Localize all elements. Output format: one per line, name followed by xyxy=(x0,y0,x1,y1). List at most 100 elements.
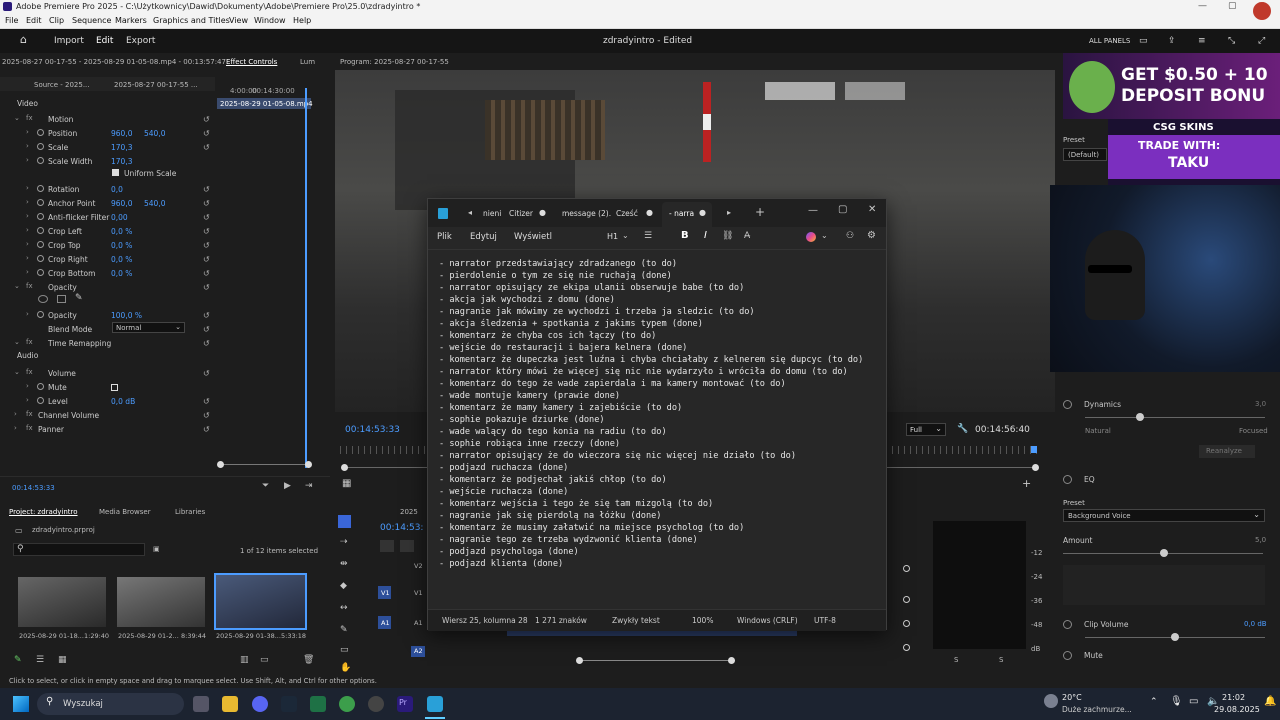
meter-solo-left[interactable]: S xyxy=(954,656,958,664)
notepad-line[interactable]: - komentarz że dupeczka jest luźna i chy… xyxy=(439,354,863,366)
effect-value-2[interactable]: 540,0 xyxy=(144,129,165,138)
effect-row[interactable]: › Crop Bottom 0,0 % ↺ xyxy=(0,267,215,281)
expand-chevron-icon[interactable]: › xyxy=(26,142,29,150)
notepad-line[interactable]: - podjazd ruchacza (done) xyxy=(439,462,568,474)
export-tab[interactable]: Export xyxy=(126,36,155,46)
heading-chevron-icon[interactable]: ⌄ xyxy=(622,231,629,240)
stopwatch-icon[interactable] xyxy=(37,397,44,404)
timeline-timecode[interactable]: 00:14:53: xyxy=(380,523,423,533)
track-v1[interactable]: V1 xyxy=(414,589,423,597)
reset-icon[interactable]: ↺ xyxy=(203,311,210,320)
tab-scroll-left-icon[interactable]: ◂ xyxy=(468,208,472,217)
share-icon[interactable]: ⇪ xyxy=(1168,36,1176,46)
notepad-line[interactable]: - komentarz że podjechał jakiś chłop (to… xyxy=(439,474,667,486)
menu-edit[interactable]: Edit xyxy=(26,16,42,25)
razor-icon[interactable]: ◆ xyxy=(340,581,347,591)
expand-chevron-icon[interactable]: › xyxy=(26,156,29,164)
effect-value-1[interactable]: 0,0 % xyxy=(111,227,132,236)
reset-icon[interactable]: ↺ xyxy=(203,397,210,406)
multicam-icon[interactable]: ▦ xyxy=(342,478,351,489)
stopwatch-icon[interactable] xyxy=(37,199,44,206)
network-icon[interactable]: ▭ xyxy=(1189,696,1198,707)
new-folder-icon[interactable]: ▭ xyxy=(260,655,269,665)
file-explorer-icon[interactable] xyxy=(222,696,238,712)
effect-value-1[interactable]: 170,3 xyxy=(111,157,132,166)
stopwatch-icon[interactable] xyxy=(37,129,44,136)
reanalyze-button[interactable]: Reanalyze xyxy=(1199,445,1255,458)
settings-wrench-icon[interactable]: 🔧 xyxy=(957,424,968,434)
notepad-line[interactable]: - komentarz do tego że wade zapierdala i… xyxy=(439,378,786,390)
clear-format-icon[interactable]: A̶ xyxy=(744,231,750,241)
notepad-line[interactable]: - akcja jak wychodzi z domu (done) xyxy=(439,294,615,306)
minimize-icon[interactable]: — xyxy=(1198,1,1207,11)
reset-icon[interactable]: ↺ xyxy=(203,227,210,236)
notepad-taskbar-icon[interactable] xyxy=(427,696,443,712)
notepad-editor[interactable]: - narrator przedstawiający zdradzanego (… xyxy=(428,249,886,609)
rectangle-tool-icon[interactable]: ▭ xyxy=(340,645,349,655)
stopwatch-icon[interactable] xyxy=(37,213,44,220)
clip-volume-slider[interactable] xyxy=(1171,633,1179,641)
expand-chevron-icon[interactable]: › xyxy=(26,268,29,276)
snap-icon[interactable] xyxy=(380,540,394,552)
track-v2[interactable]: V2 xyxy=(414,562,423,570)
stopwatch-icon[interactable] xyxy=(37,157,44,164)
reset-icon[interactable]: ↺ xyxy=(203,369,210,378)
notepad-line[interactable]: - sophie robiąca inne rzeczy (done) xyxy=(439,438,620,450)
expand-chevron-icon[interactable]: › xyxy=(14,424,17,432)
dynamics-toggle[interactable] xyxy=(1063,400,1072,409)
weather-desc[interactable]: Duże zachmurze... xyxy=(1062,705,1132,714)
export-frame-icon[interactable]: ⇥ xyxy=(305,481,313,491)
clip-volume-value[interactable]: 0,0 dB xyxy=(1244,620,1267,628)
audio-effect-row[interactable]: ⌄ fx Volume ↺ xyxy=(0,367,215,381)
ripple-edit-icon[interactable]: ⇹ xyxy=(340,559,348,569)
list-view-icon[interactable]: ☰ xyxy=(36,655,44,665)
np-maximize-icon[interactable]: ▢ xyxy=(838,204,847,215)
effect-row[interactable]: › Rotation 0,0 ↺ xyxy=(0,183,215,197)
import-tab[interactable]: Import xyxy=(54,36,84,46)
notepad-line[interactable]: - komentarz że chyba cos ich łączy (to d… xyxy=(439,330,656,342)
notepad-line[interactable]: - podjazd psychologa (done) xyxy=(439,546,579,558)
effect-row[interactable] xyxy=(0,295,215,309)
discord-icon[interactable] xyxy=(252,696,268,712)
np-menu-file[interactable]: Plik xyxy=(437,232,452,242)
reset-icon[interactable]: ↺ xyxy=(203,241,210,250)
copilot-chevron-icon[interactable]: ⌄ xyxy=(821,231,828,240)
effect-row[interactable]: › Crop Left 0,0 % ↺ xyxy=(0,225,215,239)
program-zoom-left[interactable] xyxy=(341,464,348,471)
fullscreen-icon[interactable]: ⤢ xyxy=(1258,36,1265,46)
task-view-icon[interactable] xyxy=(193,696,209,712)
filter-icon[interactable]: ⏷ xyxy=(262,481,269,491)
effect-row[interactable]: › Anti-flicker Filter 0,00 ↺ xyxy=(0,211,215,225)
excel-icon[interactable] xyxy=(310,696,326,712)
audio-effect-row[interactable]: › Level 0,0 dB ↺ xyxy=(0,395,215,409)
start-button[interactable] xyxy=(13,696,29,712)
reset-icon[interactable]: ↺ xyxy=(203,339,210,348)
hand-tool-icon[interactable]: ✋ xyxy=(340,663,351,673)
np-menu-edit[interactable]: Edytuj xyxy=(470,232,497,242)
meter-scroll-3[interactable] xyxy=(903,620,910,627)
notepad-line[interactable]: - nagranie jak się pierdolą na łóżku (do… xyxy=(439,510,661,522)
mute-toggle[interactable] xyxy=(1063,651,1072,660)
tab-source[interactable]: Source - 2025... xyxy=(34,81,90,89)
reset-icon[interactable]: ↺ xyxy=(203,213,210,222)
notepad-line[interactable]: - pierdolenie o tym ze się nie ruchają (… xyxy=(439,270,672,282)
notepad-line[interactable]: - sophie pokazuje dziurke (done) xyxy=(439,414,605,426)
np-close-icon[interactable]: ✕ xyxy=(868,204,876,215)
effect-value-1[interactable]: 0,0 xyxy=(111,185,123,194)
notepad-line[interactable]: - nagranie jak mówimy ze wychodzi i trze… xyxy=(439,306,755,318)
menu-clip[interactable]: Clip xyxy=(49,16,64,25)
text-format[interactable]: Zwykły tekst xyxy=(612,616,660,625)
effect-value-1[interactable]: 0,0 % xyxy=(111,241,132,250)
heading-select[interactable]: H1 xyxy=(607,232,618,241)
notepad-line[interactable]: - narrator przedstawiający zdradzanego (… xyxy=(439,258,677,270)
effect-row[interactable]: › Anchor Point 960,0 540,0 ↺ xyxy=(0,197,215,211)
rect-mask-icon[interactable] xyxy=(57,295,66,303)
clock-time[interactable]: 21:02 xyxy=(1222,693,1245,702)
taskbar-search[interactable]: ⚲ Wyszukaj xyxy=(37,693,184,715)
obs-icon[interactable] xyxy=(368,696,384,712)
amount-slider[interactable] xyxy=(1160,549,1168,557)
notepad-line[interactable]: - podjazd klienta (done) xyxy=(439,558,563,570)
zoom-handle-right[interactable] xyxy=(305,461,312,468)
program-zoom-right[interactable] xyxy=(1032,464,1039,471)
expand-chevron-icon[interactable]: ⌄ xyxy=(14,338,20,346)
